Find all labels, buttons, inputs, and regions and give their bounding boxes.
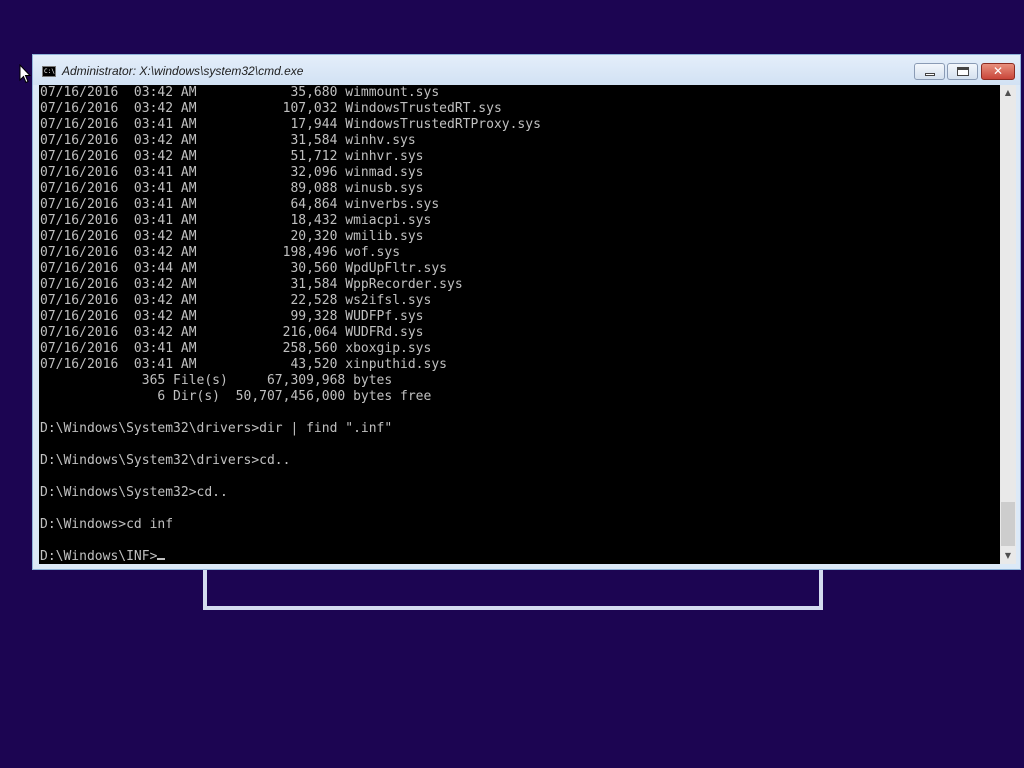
- console-line: D:\Windows\System32\drivers>dir | find "…: [40, 421, 393, 436]
- console-line: 07/16/2016 03:41 AM 43,520 xinputhid.sys: [40, 357, 447, 372]
- console-line: 07/16/2016 03:42 AM 107,032 WindowsTrust…: [40, 101, 502, 116]
- restore-icon: [957, 67, 969, 76]
- console-line: 07/16/2016 03:41 AM 17,944 WindowsTruste…: [40, 117, 541, 132]
- console-line: 07/16/2016 03:41 AM 89,088 winusb.sys: [40, 181, 424, 196]
- console-line: 07/16/2016 03:41 AM 258,560 xboxgip.sys: [40, 341, 432, 356]
- scroll-down-arrow-icon[interactable]: ▼: [1000, 548, 1016, 564]
- console-line: 6 Dir(s) 50,707,456,000 bytes free: [40, 389, 432, 404]
- console-line: 07/16/2016 03:41 AM 18,432 wmiacpi.sys: [40, 213, 432, 228]
- console-line: D:\Windows\System32\drivers>cd..: [40, 453, 291, 468]
- command-prompt: D:\Windows\INF>: [40, 549, 158, 564]
- console-line: D:\Windows\System32>cd..: [40, 485, 228, 500]
- window-title: Administrator: X:\windows\system32\cmd.e…: [62, 64, 304, 78]
- vertical-scrollbar[interactable]: ▲ ▼: [1000, 85, 1016, 564]
- scroll-up-arrow-icon[interactable]: ▲: [1000, 85, 1016, 101]
- close-icon: ✕: [992, 64, 1004, 78]
- close-button[interactable]: ✕: [981, 63, 1015, 80]
- console-line: 07/16/2016 03:42 AM 20,320 wmilib.sys: [40, 229, 424, 244]
- console-line: 07/16/2016 03:42 AM 35,680 wimmount.sys: [40, 85, 440, 100]
- mouse-pointer-icon: [19, 64, 31, 84]
- cmd-app-icon: C:\: [42, 66, 56, 77]
- console-output[interactable]: 07/16/2016 03:42 AM 35,680 wimmount.sys 0…: [39, 85, 1000, 564]
- title-bar[interactable]: C:\ Administrator: X:\windows\system32\c…: [33, 55, 1020, 85]
- console-line: 07/16/2016 03:42 AM 99,328 WUDFPf.sys: [40, 309, 424, 324]
- console-line: 07/16/2016 03:41 AM 32,096 winmad.sys: [40, 165, 424, 180]
- console-line: 07/16/2016 03:42 AM 51,712 winhvr.sys: [40, 149, 424, 164]
- console-line: 365 File(s) 67,309,968 bytes: [40, 373, 393, 388]
- console-line: 07/16/2016 03:42 AM 31,584 WppRecorder.s…: [40, 277, 463, 292]
- console-line: D:\Windows>cd inf: [40, 517, 174, 532]
- console-line: 07/16/2016 03:42 AM 22,528 ws2ifsl.sys: [40, 293, 432, 308]
- scrollbar-thumb[interactable]: [1001, 502, 1015, 546]
- minimize-icon: [925, 73, 935, 76]
- command-prompt-line[interactable]: D:\Windows\INF>: [40, 549, 541, 564]
- console-line: 07/16/2016 03:41 AM 64,864 winverbs.sys: [40, 197, 440, 212]
- minimize-button[interactable]: [914, 63, 945, 80]
- console-line: 07/16/2016 03:44 AM 30,560 WpdUpFltr.sys: [40, 261, 447, 276]
- text-cursor: [157, 558, 166, 560]
- restore-button[interactable]: [947, 63, 978, 80]
- console-line: 07/16/2016 03:42 AM 198,496 wof.sys: [40, 245, 401, 260]
- console-line: 07/16/2016 03:42 AM 31,584 winhv.sys: [40, 133, 416, 148]
- console-line: 07/16/2016 03:42 AM 216,064 WUDFRd.sys: [40, 325, 424, 340]
- cmd-window[interactable]: C:\ Administrator: X:\windows\system32\c…: [32, 54, 1021, 570]
- console-lines: 07/16/2016 03:42 AM 35,680 wimmount.sys 0…: [40, 85, 541, 564]
